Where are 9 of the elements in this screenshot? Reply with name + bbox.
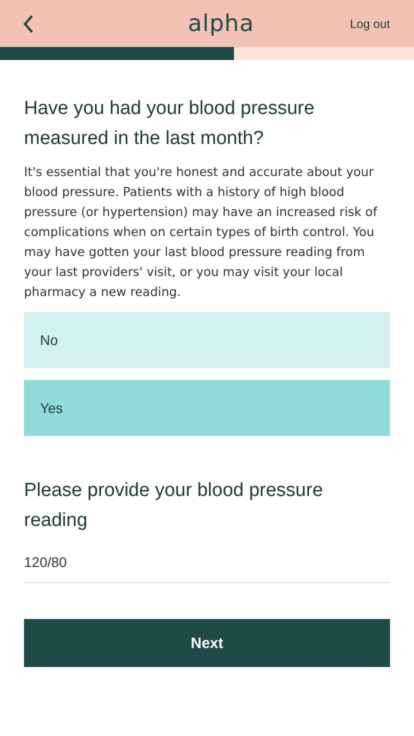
next-button[interactable]: Next: [24, 619, 390, 667]
reading-title: Please provide your blood pressure reading: [24, 479, 324, 533]
answer-option[interactable]: Yes: [24, 380, 390, 436]
logout-link[interactable]: Log out: [350, 16, 390, 30]
question-description: It's essential that you're honest and accurate about your blood pressure. Patients with a history of high blood pressure (or hypertension) may have an increased risk of complications when on certain types of birth control. You may have gotten your last blood pressure reading from your last providers' visit, or you may visit your local pharmacy a new reading.: [24, 164, 378, 301]
question-title: Have you had your blood pressure measured in the last month?: [24, 97, 316, 151]
logo: alpha: [188, 10, 254, 36]
answer-option[interactable]: No: [24, 312, 390, 368]
back-icon: [22, 14, 34, 34]
